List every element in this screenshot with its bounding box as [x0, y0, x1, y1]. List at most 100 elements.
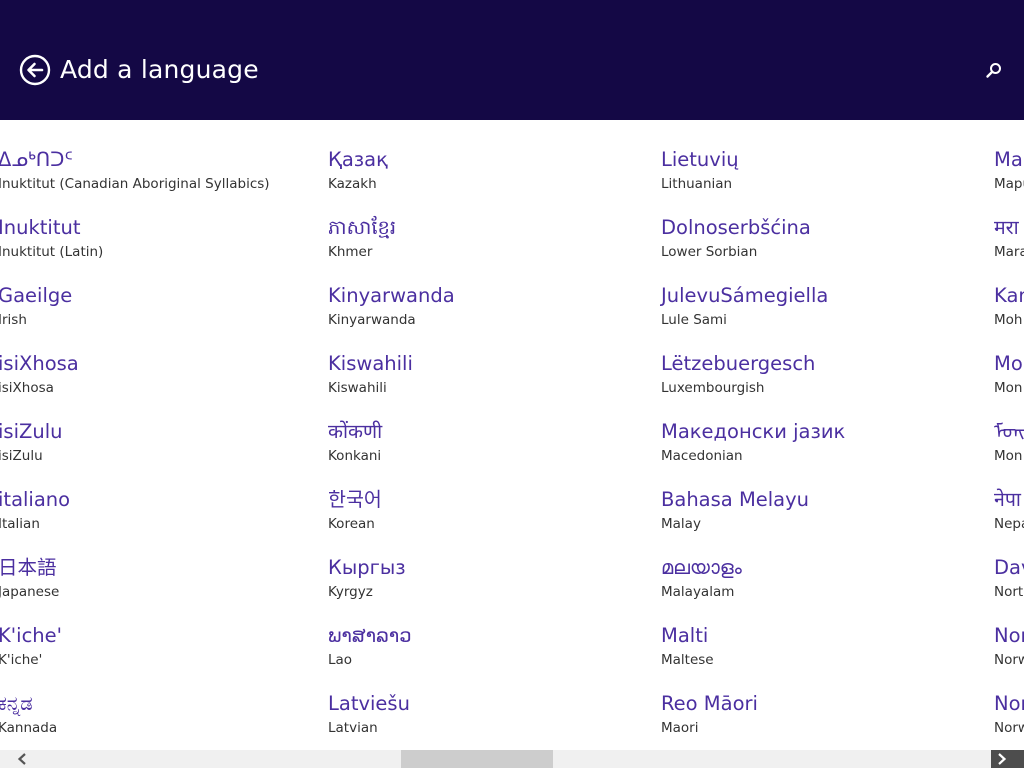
- language-english-name: Japanese: [0, 584, 60, 600]
- language-native-name: ᠮᠣᠩ: [994, 420, 1024, 443]
- language-english-name: K'iche': [0, 652, 43, 668]
- language-english-name: Lithuanian: [661, 176, 733, 192]
- language-native-name: Bahasa Melayu: [661, 488, 810, 511]
- language-item[interactable]: italiano Italian: [0, 486, 308, 544]
- language-native-name: Kan: [994, 284, 1024, 307]
- scroll-left-button[interactable]: [0, 750, 42, 768]
- language-native-name: Ma: [994, 148, 1023, 171]
- language-native-name: italiano: [0, 488, 71, 511]
- language-item[interactable]: Kinyarwanda Kinyarwanda: [328, 282, 638, 340]
- language-native-name: Mo: [994, 352, 1023, 375]
- back-button[interactable]: [19, 54, 51, 86]
- language-native-name: Latviešu: [328, 692, 410, 715]
- language-english-name: Kyrgyz: [328, 584, 373, 600]
- scroll-right-button[interactable]: [991, 750, 1024, 768]
- language-english-name: Malayalam: [661, 584, 735, 600]
- language-item[interactable]: Malti Maltese: [661, 622, 971, 680]
- language-item[interactable]: Lietuvių Lithuanian: [661, 146, 971, 204]
- language-english-name: Luxembourgish: [661, 380, 765, 396]
- language-native-name: മലയാളം: [661, 556, 742, 579]
- language-native-name: मरा: [994, 216, 1019, 239]
- language-item[interactable]: Қазақ Kazakh: [328, 146, 638, 204]
- language-item[interactable]: Reo Māori Maori: [661, 690, 971, 748]
- language-item[interactable]: JulevuSámegiella Lule Sami: [661, 282, 971, 340]
- language-native-name: ភាសាខ្មែរ: [328, 216, 397, 239]
- search-button[interactable]: [984, 60, 1004, 80]
- language-item[interactable]: Nor Norw: [994, 622, 1024, 680]
- language-english-name: Maori: [661, 720, 699, 736]
- language-native-name: Malti: [661, 624, 709, 647]
- language-native-name: Reo Māori: [661, 692, 758, 715]
- language-native-name: Македонски јазик: [661, 420, 846, 443]
- language-native-name: नेपा: [994, 488, 1021, 511]
- language-english-name: Inuktitut (Latin): [0, 244, 104, 260]
- language-english-name: isiXhosa: [0, 380, 54, 396]
- language-item[interactable]: isiZulu isiZulu: [0, 418, 308, 476]
- language-english-name: Italian: [0, 516, 40, 532]
- scroll-thumb[interactable]: [401, 750, 553, 768]
- language-item[interactable]: Inuktitut Inuktitut (Latin): [0, 214, 308, 272]
- language-english-name: Maltese: [661, 652, 714, 668]
- language-native-name: JulevuSámegiella: [661, 284, 829, 307]
- language-item[interactable]: Nor Norw: [994, 690, 1024, 748]
- language-english-name: Kinyarwanda: [328, 312, 416, 328]
- language-item[interactable]: Македонски јазик Macedonian: [661, 418, 971, 476]
- language-item[interactable]: ᐃᓄᒃᑎᑐᑦ Inuktitut (Canadian Aboriginal Syl…: [0, 146, 308, 204]
- language-native-name: Dolnoserbšćina: [661, 216, 811, 239]
- language-item[interactable]: ಕನ್ನಡ Kannada: [0, 690, 308, 748]
- language-native-name: K'iche': [0, 624, 63, 647]
- language-native-name: ᐃᓄᒃᑎᑐᑦ: [0, 148, 73, 171]
- language-item[interactable]: Kiswahili Kiswahili: [328, 350, 638, 408]
- language-item[interactable]: Mo Mon: [994, 350, 1024, 408]
- language-english-name: Kazakh: [328, 176, 377, 192]
- language-native-name: Lëtzebuergesch: [661, 352, 816, 375]
- language-item[interactable]: 한국어 Korean: [328, 486, 638, 544]
- language-english-name: Kiswahili: [328, 380, 387, 396]
- language-item[interactable]: Lëtzebuergesch Luxembourgish: [661, 350, 971, 408]
- language-item[interactable]: മലയാളം Malayalam: [661, 554, 971, 612]
- language-english-name: Inuktitut (Canadian Aboriginal Syllabics…: [0, 176, 270, 192]
- language-native-name: isiZulu: [0, 420, 63, 443]
- language-english-name: Khmer: [328, 244, 373, 260]
- language-item[interactable]: 日本語 Japanese: [0, 554, 308, 612]
- language-english-name: Norw: [994, 652, 1024, 668]
- language-item[interactable]: Bahasa Melayu Malay: [661, 486, 971, 544]
- language-english-name: Lao: [328, 652, 353, 668]
- language-item[interactable]: K'iche' K'iche': [0, 622, 308, 680]
- language-item[interactable]: मरा Mara: [994, 214, 1024, 272]
- language-english-name: Mon: [994, 380, 1023, 396]
- language-english-name: Konkani: [328, 448, 382, 464]
- language-english-name: isiZulu: [0, 448, 43, 464]
- language-native-name: Gaeilge: [0, 284, 73, 307]
- language-english-name: Moh: [994, 312, 1023, 328]
- page-title: Add a language: [60, 55, 259, 84]
- language-item[interactable]: ພາສາລາວ Lao: [328, 622, 638, 680]
- language-item[interactable]: Dav Nort: [994, 554, 1024, 612]
- chevron-right-icon: [998, 753, 1007, 765]
- language-english-name: Irish: [0, 312, 27, 328]
- language-item[interactable]: Ma Mapu: [994, 146, 1024, 204]
- language-english-name: Mara: [994, 244, 1024, 260]
- language-english-name: Mapu: [994, 176, 1024, 192]
- language-item[interactable]: कोंकणी Konkani: [328, 418, 638, 476]
- language-native-name: ພາສາລາວ: [328, 624, 412, 647]
- language-native-name: isiXhosa: [0, 352, 79, 375]
- language-item[interactable]: Latviešu Latvian: [328, 690, 638, 748]
- language-item[interactable]: नेपा Nepa: [994, 486, 1024, 544]
- language-english-name: Mon: [994, 448, 1023, 464]
- language-english-name: Latvian: [328, 720, 378, 736]
- language-item[interactable]: ᠮᠣᠩ Mon: [994, 418, 1024, 476]
- language-native-name: Inuktitut: [0, 216, 81, 239]
- horizontal-scrollbar[interactable]: [0, 750, 1024, 768]
- language-list: ᐃᓄᒃᑎᑐᑦ Inuktitut (Canadian Aboriginal Syl…: [0, 120, 1024, 750]
- language-english-name: Nepa: [994, 516, 1024, 532]
- language-english-name: Lule Sami: [661, 312, 727, 328]
- language-item[interactable]: isiXhosa isiXhosa: [0, 350, 308, 408]
- language-item[interactable]: Dolnoserbšćina Lower Sorbian: [661, 214, 971, 272]
- language-item[interactable]: Kan Moh: [994, 282, 1024, 340]
- language-native-name: 한국어: [328, 488, 382, 511]
- language-native-name: 日本語: [0, 556, 57, 579]
- language-item[interactable]: Кыргыз Kyrgyz: [328, 554, 638, 612]
- language-item[interactable]: Gaeilge Irish: [0, 282, 308, 340]
- language-item[interactable]: ភាសាខ្មែរ Khmer: [328, 214, 638, 272]
